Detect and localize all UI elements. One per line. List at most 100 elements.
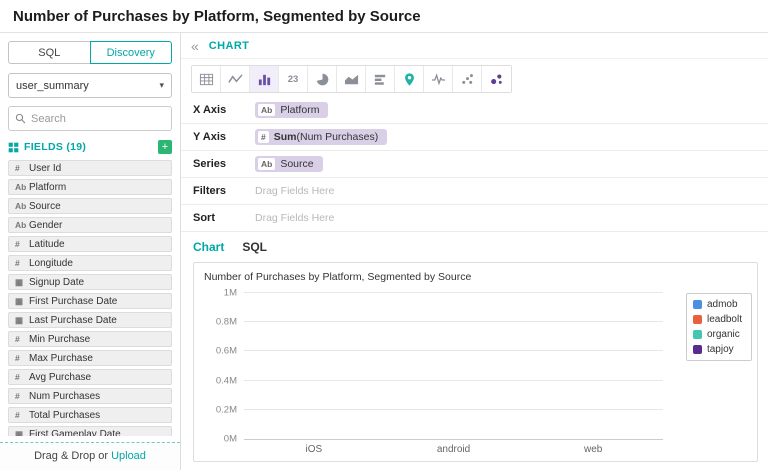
main-panel: « CHART 23 X AxisAbPlatformY Axis#Sum(Nu… [181,33,768,470]
y-axis-tick-label: 0.8M [216,317,237,328]
field-label: Longitude [29,258,73,269]
numeric-field-icon: # [15,372,29,382]
chart-type-combo-icon[interactable] [366,66,395,92]
field-label: Min Purchase [29,334,90,345]
y-axis-tick-label: 0.2M [216,404,237,415]
chart-type-number-icon[interactable]: 23 [279,66,308,92]
field-item-platform[interactable]: AbPlatform [8,179,172,195]
legend-item-leadbolt[interactable]: leadbolt [693,314,742,325]
upload-link[interactable]: Upload [111,450,146,462]
x-axis-labels: iOSandroidweb [244,440,663,457]
numeric-field-icon: # [15,258,29,268]
chevron-down-icon: ▾ [159,80,164,91]
legend-item-tapjoy[interactable]: tapjoy [693,344,742,355]
legend-label: leadbolt [707,314,742,325]
field-label: User Id [29,163,61,174]
bars-container [244,293,663,439]
config-label: Y Axis [193,131,255,143]
chart-type-bar-icon[interactable] [250,66,279,92]
field-label: First Purchase Date [29,296,117,307]
fields-grid-icon [8,142,19,153]
legend-label: organic [707,329,740,340]
search-box[interactable] [8,106,172,131]
field-label: Gender [29,220,62,231]
category-ios [244,293,384,439]
chart-type-area-icon[interactable] [337,66,366,92]
field-item-first-purchase-date[interactable]: ▦First Purchase Date [8,293,172,309]
config-row-x-axis: X AxisAbPlatform [181,97,768,124]
search-icon [15,113,26,124]
category-android [384,293,524,439]
category-web [523,293,663,439]
x-axis-label-android: android [384,440,524,457]
field-item-last-purchase-date[interactable]: ▦Last Purchase Date [8,312,172,328]
chart-type-map-pin-icon[interactable] [395,66,424,92]
field-item-longitude[interactable]: #Longitude [8,255,172,271]
x-axis-label-web: web [523,440,663,457]
chart-config: X AxisAbPlatformY Axis#Sum(Num Purchases… [181,97,768,232]
field-label: Num Purchases [29,391,100,402]
chart-type-bubble-icon[interactable] [482,66,511,92]
search-input[interactable] [31,113,165,125]
numeric-field-icon: # [15,239,29,249]
config-row-sort: SortDrag Fields Here [181,205,768,232]
chart-legend: admob leadbolt organic tapjoy [686,293,752,361]
chart-panel: Number of Purchases by Platform, Segment… [193,262,758,462]
dataset-select[interactable]: user_summary ▾ [8,73,172,98]
chart-type-table-icon[interactable] [192,66,221,92]
upload-dropzone[interactable]: Drag & Drop orUpload [0,442,180,470]
add-field-button[interactable]: + [158,140,172,154]
field-item-avg-purchase[interactable]: #Avg Purchase [8,369,172,385]
view-tab-chart[interactable]: Chart [193,240,224,254]
config-row-y-axis: Y Axis#Sum(Num Purchases) [181,124,768,151]
config-label: Filters [193,185,255,197]
field-item-num-purchases[interactable]: #Num Purchases [8,388,172,404]
legend-swatch [693,330,702,339]
chart-body: 0M0.2M0.4M0.6M0.8M1M iOSandroidweb [244,293,663,457]
field-item-min-purchase[interactable]: #Min Purchase [8,331,172,347]
chart-type-pie-icon[interactable] [308,66,337,92]
view-tab-sql[interactable]: SQL [242,240,267,254]
config-label: Series [193,158,255,170]
date-field-icon: ▦ [15,296,29,307]
chart-type-row: 23 [191,65,512,93]
legend-item-organic[interactable]: organic [693,329,742,340]
tab-discovery[interactable]: Discovery [90,41,173,64]
chart-type-scatter-icon[interactable] [453,66,482,92]
date-field-icon: ▦ [15,315,29,326]
field-chip-platform[interactable]: AbPlatform [255,102,328,118]
field-item-user-id[interactable]: #User Id [8,160,172,176]
app-body: SQL Discovery user_summary ▾ FIELDS (19)… [0,33,768,470]
field-label: Last Purchase Date [29,315,117,326]
collapse-sidebar-icon[interactable]: « [191,39,199,53]
field-item-signup-date[interactable]: ▦Signup Date [8,274,172,290]
field-list: #User IdAbPlatformAbSourceAbGender#Latit… [8,160,172,436]
date-field-icon: ▦ [15,429,29,437]
field-item-total-purchases[interactable]: #Total Purchases [8,407,172,423]
field-item-source[interactable]: AbSource [8,198,172,214]
tab-sql[interactable]: SQL [8,41,90,64]
text-field-icon: Ab [258,158,275,170]
field-label: First Gameplay Date [29,429,121,437]
field-item-latitude[interactable]: #Latitude [8,236,172,252]
y-axis-tick-label: 0M [224,434,237,445]
sidebar: SQL Discovery user_summary ▾ FIELDS (19)… [0,33,181,470]
chart-type-line-icon[interactable] [221,66,250,92]
x-axis-label-ios: iOS [244,440,384,457]
field-chip--num-purchases-[interactable]: #Sum(Num Purchases) [255,129,387,145]
page-title: Number of Purchases by Platform, Segment… [13,8,421,25]
field-item-max-purchase[interactable]: #Max Purchase [8,350,172,366]
field-item-first-gameplay-date[interactable]: ▦First Gameplay Date [8,426,172,436]
numeric-field-icon: # [15,410,29,420]
numeric-field-icon: # [258,131,269,143]
numeric-field-icon: # [15,353,29,363]
y-axis-tick-label: 0.6M [216,346,237,357]
plot-area: 0M0.2M0.4M0.6M0.8M1M [244,293,663,440]
config-label: X Axis [193,104,255,116]
numeric-field-icon: # [15,391,29,401]
chart-type-pulse-icon[interactable] [424,66,453,92]
field-item-gender[interactable]: AbGender [8,217,172,233]
legend-item-admob[interactable]: admob [693,299,742,310]
field-chip-source[interactable]: AbSource [255,156,323,172]
sidebar-mode-tabs: SQL Discovery [8,41,172,64]
